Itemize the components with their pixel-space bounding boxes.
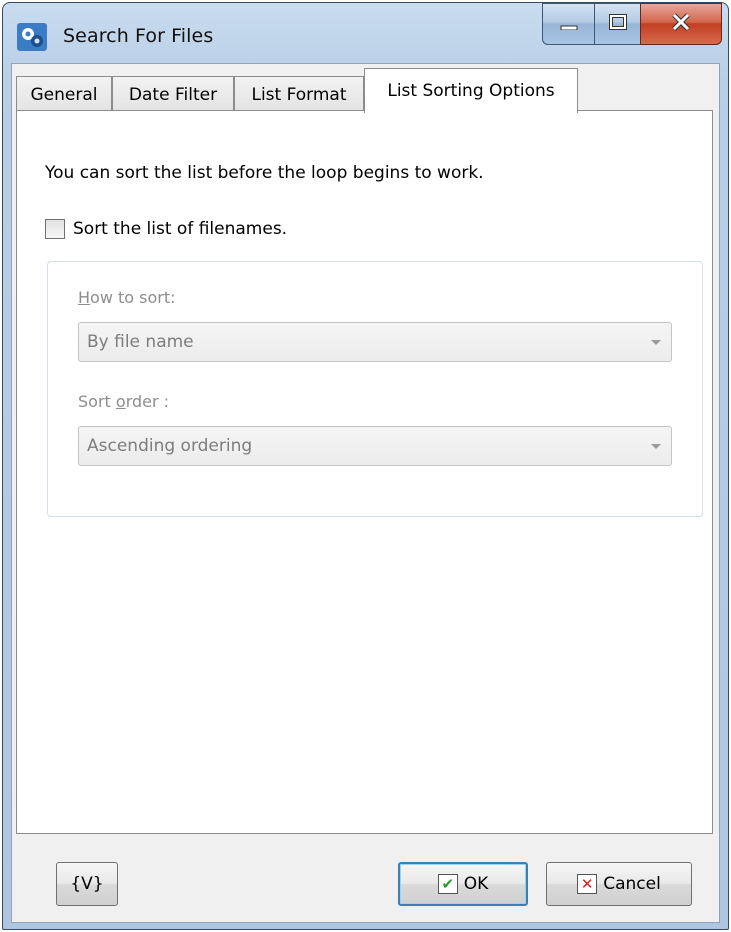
checkmark-icon: ✔ — [437, 874, 458, 894]
close-button[interactable] — [640, 3, 722, 45]
caption-buttons — [542, 3, 722, 45]
sort-order-select[interactable]: Ascending ordering — [78, 426, 672, 466]
sort-order-label: Sort order : — [78, 392, 170, 411]
ok-label: OK — [463, 874, 489, 894]
tab-date-filter[interactable]: Date Filter — [112, 76, 234, 112]
checkbox-box[interactable] — [45, 219, 65, 239]
sort-options-group: How to sort: By file name Sort order : A… — [47, 261, 703, 517]
ok-button[interactable]: ✔ OK — [398, 862, 528, 906]
minimize-button[interactable] — [542, 3, 594, 45]
how-to-sort-value: By file name — [87, 332, 194, 352]
title-bar[interactable]: Search For Files — [3, 3, 728, 63]
variables-button[interactable]: {V} — [56, 862, 118, 906]
chevron-down-icon[interactable] — [651, 444, 661, 449]
intro-text: You can sort the list before the loop be… — [45, 163, 484, 183]
sort-order-value: Ascending ordering — [87, 436, 253, 456]
cancel-button[interactable]: ✕ Cancel — [546, 862, 692, 906]
dialog-client-area: General Date Filter List Format List Sor… — [11, 63, 720, 923]
cancel-label: Cancel — [603, 874, 661, 894]
window-title: Search For Files — [63, 25, 214, 47]
tab-list-sorting-options[interactable]: List Sorting Options — [364, 68, 578, 113]
minimize-icon — [560, 15, 578, 34]
maximize-button[interactable] — [594, 3, 640, 45]
close-icon — [671, 13, 691, 35]
chevron-down-icon[interactable] — [651, 340, 661, 345]
how-to-sort-select[interactable]: By file name — [78, 322, 672, 362]
tab-list-format[interactable]: List Format — [234, 76, 364, 112]
sort-list-label[interactable]: Sort the list of filenames. — [73, 219, 287, 239]
how-to-sort-label: How to sort: — [78, 288, 176, 307]
tab-general[interactable]: General — [16, 76, 112, 112]
gears-icon[interactable] — [17, 23, 47, 51]
list-sorting-options-page: You can sort the list before the loop be… — [16, 110, 713, 834]
maximize-icon — [608, 14, 627, 34]
dialog-footer: {V} ✔ OK ✕ Cancel — [12, 834, 719, 922]
x-icon: ✕ — [577, 874, 598, 894]
search-for-files-window: Search For Files General Date Filter Lis… — [2, 2, 729, 930]
sort-list-checkbox[interactable]: Sort the list of filenames. — [45, 219, 287, 239]
